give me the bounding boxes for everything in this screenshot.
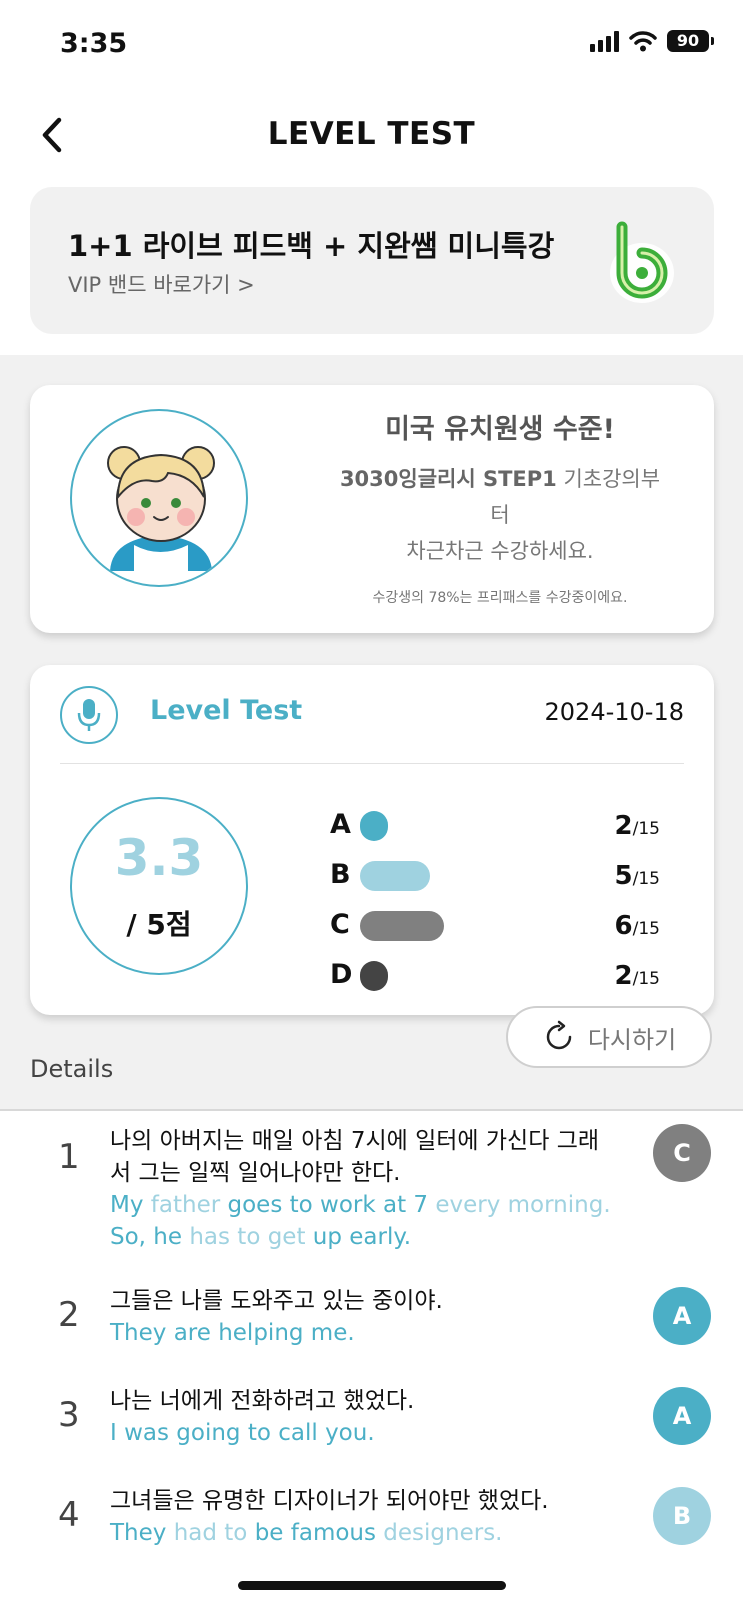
- grade-count-value: 2: [614, 961, 633, 991]
- level-desc-bold: 3030잉글리시 STEP1: [339, 467, 557, 491]
- result-section: 미국 유치원생 수준! 3030잉글리시 STEP1 기초강의부 터 차근차근 …: [0, 355, 743, 1110]
- grade-count-total: /15: [632, 869, 660, 889]
- status-bar: 3:35 90: [0, 0, 743, 92]
- details-label: Details: [30, 1055, 114, 1083]
- answer-missed-part: every morning.: [435, 1192, 611, 1218]
- question-english: I was going to call you.: [110, 1417, 620, 1449]
- answer-correct-part: goes to work at 7: [227, 1192, 436, 1218]
- question-number: 3: [58, 1395, 80, 1435]
- status-time: 3:35: [60, 28, 128, 59]
- grade-count-total: /15: [632, 919, 660, 939]
- question-korean: 나의 아버지는 매일 아침 7시에 일터에 가신다 그래서 그는 일찍 일어나야…: [110, 1128, 600, 1186]
- question-english: My father goes to work at 7 every mornin…: [110, 1189, 620, 1253]
- retry-label: 다시하기: [587, 1025, 677, 1054]
- grade-count: 6/15: [615, 911, 660, 941]
- answer-correct-part: My: [110, 1192, 151, 1218]
- grade-row-c: C 6/15: [330, 905, 660, 945]
- level-desc-line2: 터: [490, 503, 510, 527]
- wifi-icon: [629, 30, 657, 52]
- level-desc-line3: 차근차근 수강하세요.: [406, 539, 594, 563]
- grade-row-d: D 2/15: [330, 955, 660, 995]
- page-title: LEVEL TEST: [267, 116, 476, 152]
- question-korean: 그들은 나를 도와주고 있는 중이야.: [110, 1288, 443, 1314]
- grade-count: 5/15: [615, 861, 660, 891]
- banner-title: 1+1 라이브 피드백 + 지완쌤 미니특강: [68, 229, 555, 263]
- question-korean: 그녀들은 유명한 디자이너가 되어야만 했었다.: [110, 1488, 549, 1514]
- question-number: 4: [58, 1495, 80, 1535]
- score-circle: 3.3 / 5점: [70, 797, 248, 975]
- test-label: Level Test: [150, 695, 303, 726]
- question-text: 나는 너에게 전화하려고 했었다. I was going to call you…: [110, 1385, 620, 1449]
- grade-bar: [360, 911, 444, 941]
- home-indicator: [238, 1581, 506, 1590]
- microphone-icon: [77, 699, 101, 731]
- answer-correct-part: They are helping me.: [110, 1320, 355, 1346]
- grade-count: 2/15: [615, 961, 660, 991]
- level-title: 미국 유치원생 수준!: [385, 414, 615, 445]
- divider: [60, 763, 684, 764]
- score-value: 3.3: [114, 829, 204, 887]
- grade-letter: A: [330, 809, 351, 840]
- question-text: 나의 아버지는 매일 아침 7시에 일터에 가신다 그래서 그는 일찍 일어나야…: [110, 1125, 620, 1253]
- level-test-card: Level Test 2024-10-18 3.3 / 5점 A 2/15 B 5/1…: [30, 665, 714, 1015]
- answer-missed-part: has to get: [189, 1224, 313, 1250]
- banner-link[interactable]: VIP 밴드 바로가기 >: [68, 269, 255, 299]
- kid-avatar-icon: [107, 446, 215, 571]
- answer-correct-part: I was going to call you.: [110, 1420, 375, 1446]
- level-note: 수강생의 78%는 프리패스를 수강중이에요.: [372, 590, 628, 606]
- answer-correct-part: So, he: [110, 1224, 190, 1250]
- level-description: 3030잉글리시 STEP1 기초강의부 터 차근차근 수강하세요.: [300, 461, 700, 569]
- refresh-icon: [546, 1020, 572, 1050]
- question-english: They are helping me.: [110, 1317, 620, 1349]
- grade-bar: [360, 961, 388, 991]
- level-result-card: 미국 유치원생 수준! 3030잉글리시 STEP1 기초강의부 터 차근차근 …: [30, 385, 714, 633]
- answer-missed-part: had to: [173, 1520, 255, 1546]
- grade-row-b: B 5/15: [330, 855, 660, 895]
- grade-letter: B: [330, 859, 351, 890]
- grade-badge: A: [653, 1387, 711, 1445]
- vip-band-banner[interactable]: 1+1 라이브 피드백 + 지완쌤 미니특강 VIP 밴드 바로가기 >: [30, 187, 714, 334]
- grade-count-total: /15: [632, 819, 660, 839]
- band-logo-icon: [610, 221, 674, 303]
- status-icons: 90: [590, 30, 714, 52]
- test-date: 2024-10-18: [544, 698, 684, 726]
- retry-button[interactable]: 다시하기: [506, 1006, 712, 1068]
- nav-bar: LEVEL TEST: [0, 100, 743, 170]
- question-english: They had to be famous designers.: [110, 1517, 620, 1549]
- answer-correct-part: up early.: [312, 1224, 412, 1250]
- grade-badge: C: [653, 1124, 711, 1182]
- level-desc-line1: 기초강의부: [556, 467, 661, 491]
- grade-letter: D: [330, 959, 353, 990]
- grade-count-value: 2: [614, 811, 633, 841]
- battery-icon: 90: [667, 30, 714, 52]
- score-unit: / 5점: [126, 908, 192, 941]
- answer-missed-part: father: [150, 1192, 228, 1218]
- divider: [0, 1109, 743, 1111]
- grade-badge: B: [653, 1487, 711, 1545]
- answer-correct-part: be famous: [254, 1520, 384, 1546]
- grade-bar: [360, 811, 388, 841]
- grade-count-total: /15: [632, 969, 660, 989]
- grade-badge: A: [653, 1287, 711, 1345]
- avatar: [70, 409, 248, 587]
- answer-missed-part: designers.: [383, 1520, 503, 1546]
- question-text: 그들은 나를 도와주고 있는 중이야. They are helping me.: [110, 1285, 620, 1349]
- question-number: 1: [58, 1137, 80, 1177]
- question-number: 2: [58, 1295, 80, 1335]
- grade-bar: [360, 861, 430, 891]
- grade-count: 2/15: [615, 811, 660, 841]
- grade-letter: C: [330, 909, 350, 940]
- cellular-signal-icon: [590, 30, 619, 52]
- grade-count-value: 5: [614, 861, 633, 891]
- question-korean: 나는 너에게 전화하려고 했었다.: [110, 1388, 415, 1414]
- question-text: 그녀들은 유명한 디자이너가 되어야만 했었다. They had to be f…: [110, 1485, 620, 1549]
- grade-count-value: 6: [614, 911, 633, 941]
- answer-correct-part: They: [110, 1520, 174, 1546]
- mic-badge: [60, 686, 118, 744]
- grade-row-a: A 2/15: [330, 805, 660, 845]
